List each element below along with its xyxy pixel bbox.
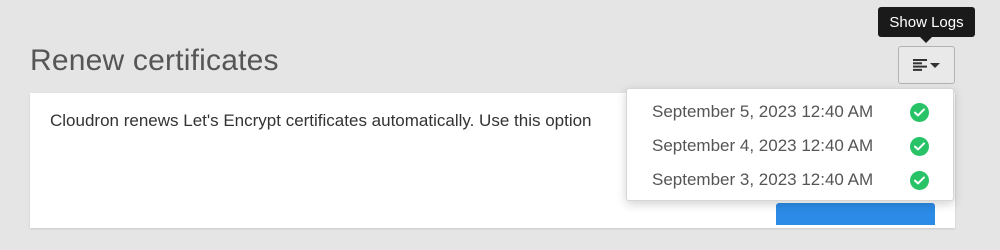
logs-dropdown-button[interactable] [898,46,955,84]
section-title: Renew certificates [30,44,279,77]
renew-certificates-page: Renew certificates Show Logs Cloudron re… [0,0,1000,250]
log-entry-date: September 5, 2023 12:40 AM [652,102,874,121]
renew-button[interactable] [776,203,935,225]
check-circle-icon [910,102,929,122]
check-circle-icon [910,170,929,190]
log-entry-item[interactable]: September 4, 2023 12:40 AM [627,129,953,163]
check-circle-icon [910,136,929,156]
logs-dropdown-menu: September 5, 2023 12:40 AM September 4, … [626,88,954,201]
log-entry-date: September 3, 2023 12:40 AM [652,170,874,189]
align-left-icon [913,59,927,71]
log-entry-item[interactable]: September 5, 2023 12:40 AM [627,95,953,129]
show-logs-tooltip: Show Logs [878,7,975,37]
card-description: Cloudron renews Let's Encrypt certificat… [50,111,592,130]
log-entry-item[interactable]: September 3, 2023 12:40 AM [627,163,953,197]
caret-down-icon [930,62,940,68]
log-entry-date: September 4, 2023 12:40 AM [652,136,874,155]
tooltip-arrow [920,37,932,43]
